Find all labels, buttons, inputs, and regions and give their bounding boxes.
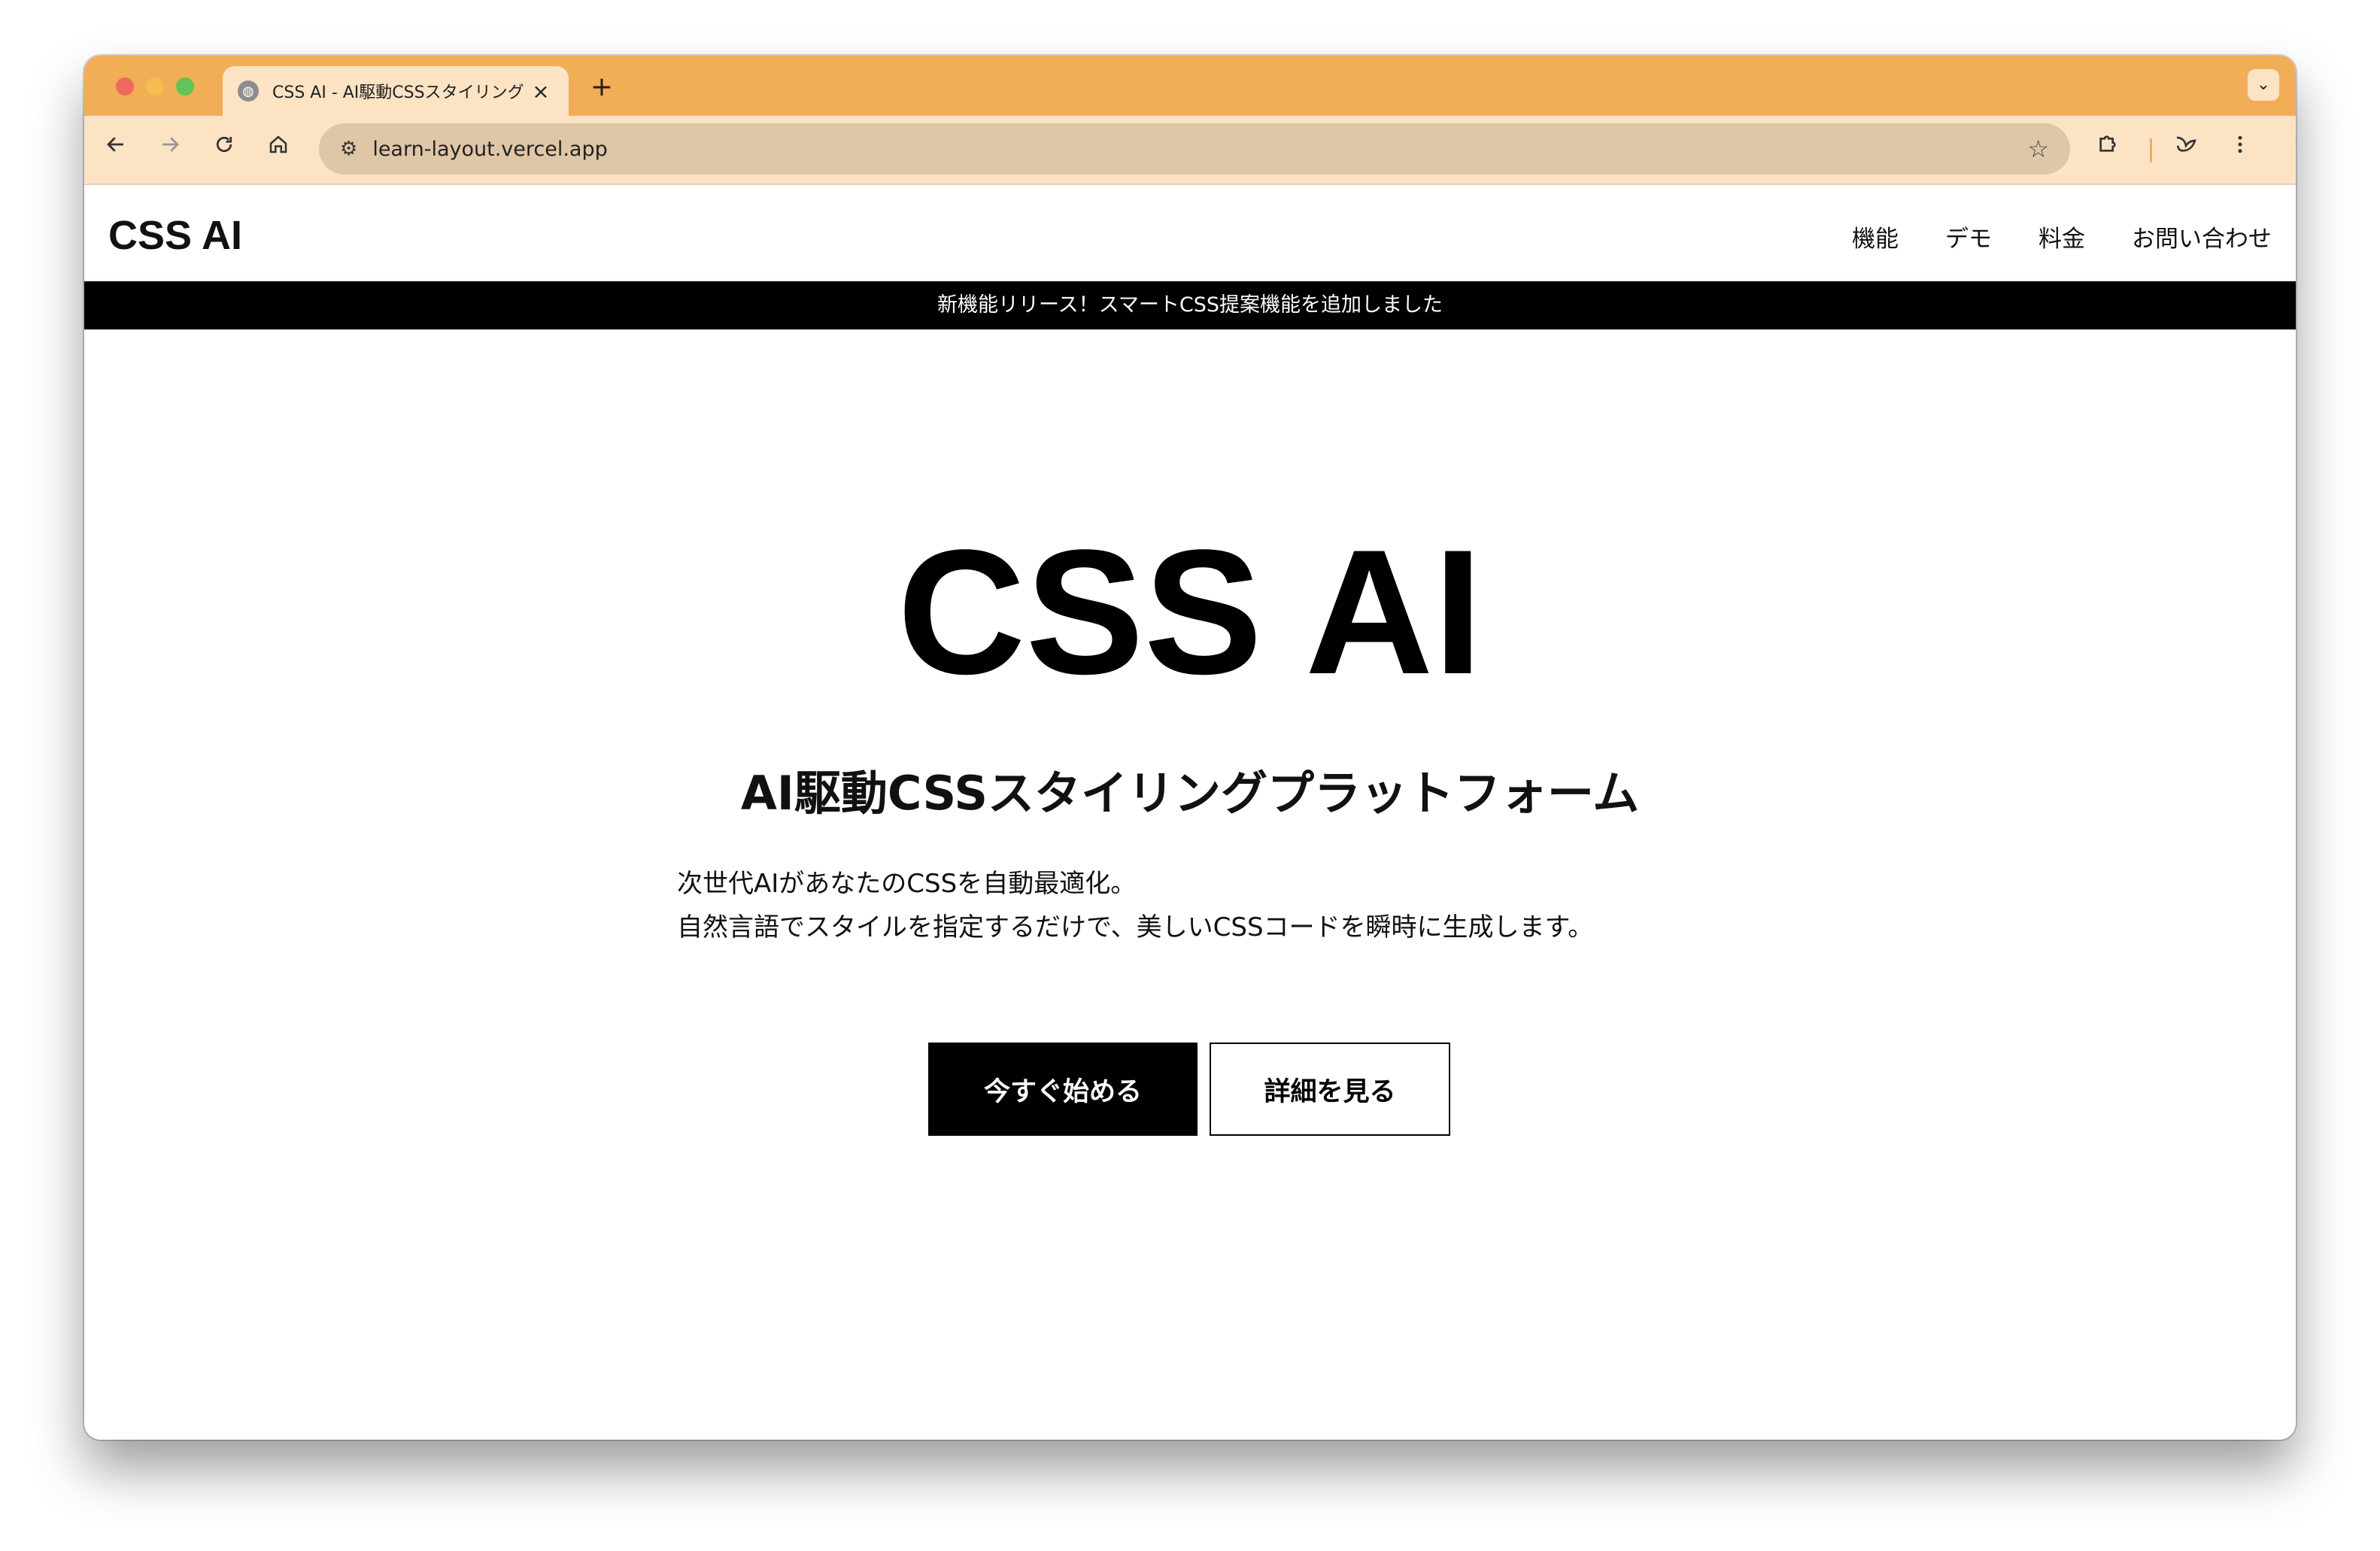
star-icon[interactable]: ☆ [2027, 135, 2049, 163]
tab-close-icon[interactable]: × [528, 79, 554, 104]
forward-button[interactable] [152, 131, 188, 167]
site-logo[interactable]: CSS AI [108, 212, 242, 259]
arrow-right-icon [162, 137, 179, 152]
browser-titlebar: ◍ CSS AI - AI駆動CSSスタイリング × + ⌄ [84, 56, 2296, 116]
new-tab-button[interactable]: + [584, 69, 620, 105]
bird-icon [2176, 136, 2196, 152]
arrow-left-icon [107, 137, 123, 152]
site-header: CSS AI 機能 デモ 料金 お問い合わせ [84, 185, 2296, 281]
profile-button[interactable] [2168, 131, 2204, 167]
reload-icon [216, 136, 232, 153]
hero-title: CSS AI [897, 513, 1483, 712]
nav-link-pricing[interactable]: 料金 [2038, 220, 2085, 253]
puzzle-icon [2099, 135, 2116, 152]
extensions-button[interactable] [2090, 131, 2126, 167]
home-icon [269, 135, 287, 153]
hero-description: 次世代AIがあなたのCSSを自動最適化。 自然言語でスタイルを指定するだけで、美… [677, 862, 1730, 949]
browser-tab[interactable]: ◍ CSS AI - AI駆動CSSスタイリング × [223, 66, 569, 116]
hero-description-line: 次世代AIがあなたのCSSを自動最適化。 [677, 869, 1137, 899]
site-nav: 機能 デモ 料金 お問い合わせ [1852, 220, 2272, 253]
window-maximize-button[interactable] [176, 77, 194, 96]
tune-icon[interactable]: ⚙ [340, 138, 357, 160]
window-close-button[interactable] [116, 77, 134, 96]
back-button[interactable] [98, 131, 134, 167]
get-started-button[interactable]: 今すぐ始める [928, 1043, 1198, 1136]
hero-subtitle: AI駆動CSSスタイリングプラットフォーム [740, 766, 1640, 821]
globe-icon: ◍ [238, 80, 259, 102]
nav-link-contact[interactable]: お問い合わせ [2132, 220, 2272, 253]
nav-link-features[interactable]: 機能 [1852, 220, 1899, 253]
browser-toolbar: ⚙ learn-layout.vercel.app ☆ [84, 116, 2296, 185]
web-page: CSS AI 機能 デモ 料金 お問い合わせ 新機能リリース！スマートCSS提案… [84, 185, 2296, 1440]
address-bar[interactable]: ⚙ learn-layout.vercel.app ☆ [319, 123, 2070, 175]
browser-menu-button[interactable] [2222, 131, 2258, 167]
home-button[interactable] [260, 131, 296, 167]
window-minimize-button[interactable] [146, 77, 164, 96]
kebab-menu-icon [2238, 135, 2242, 153]
hero-description-line: 自然言語でスタイルを指定するだけで、美しいCSSコードを瞬時に生成します。 [677, 912, 1594, 942]
learn-more-button[interactable]: 詳細を見る [1210, 1043, 1450, 1136]
toolbar-separator [2150, 138, 2152, 162]
tab-title: CSS AI - AI駆動CSSスタイリング [272, 83, 524, 102]
nav-link-demo[interactable]: デモ [1945, 220, 1992, 253]
reload-button[interactable] [206, 131, 242, 167]
browser-window: ◍ CSS AI - AI駆動CSSスタイリング × + ⌄ ⚙ learn-l… [84, 56, 2296, 1440]
tab-search-button[interactable]: ⌄ [2248, 69, 2279, 101]
url-text[interactable]: learn-layout.vercel.app [372, 138, 2027, 161]
announcement-banner: 新機能リリース！スマートCSS提案機能を追加しました [84, 281, 2296, 329]
